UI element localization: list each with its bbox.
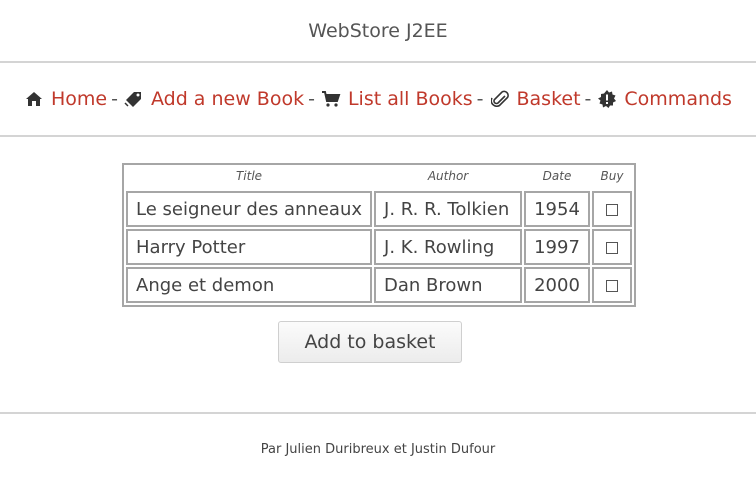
nav-separator: - xyxy=(584,88,592,110)
nav-home[interactable]: Home xyxy=(24,88,107,110)
nav-commands[interactable]: Commands xyxy=(597,88,732,110)
buy-checkbox[interactable] xyxy=(606,203,619,216)
book-date: 1954 xyxy=(524,191,591,227)
nav-list-books-label: List all Books xyxy=(347,88,473,110)
buy-cell xyxy=(592,229,633,265)
book-title: Harry Potter xyxy=(126,229,373,265)
table-row: Ange et demon Dan Brown 2000 xyxy=(126,267,633,303)
column-header-title: Title xyxy=(235,169,263,183)
buy-checkbox[interactable] xyxy=(606,279,619,292)
site-title: WebStore J2EE xyxy=(308,19,448,42)
table-row: Harry Potter J. K. Rowling 1997 xyxy=(126,229,633,265)
nav-home-label: Home xyxy=(51,88,108,110)
nav-list-books[interactable]: List all Books xyxy=(321,88,473,110)
book-date: 2000 xyxy=(524,267,591,303)
nav-separator: - xyxy=(308,88,315,110)
nav-basket[interactable]: Basket xyxy=(490,88,581,110)
table-row: Le seigneur des anneaux J. R. R. Tolkien… xyxy=(126,191,633,227)
main-nav: Home - Add a new Book - List all Books -… xyxy=(0,63,756,135)
book-author: J. K. Rowling xyxy=(374,229,523,265)
nav-add-book[interactable]: Add a new Book xyxy=(124,88,304,110)
paperclip-icon xyxy=(490,89,510,109)
book-author: Dan Brown xyxy=(374,267,523,303)
book-list-section: Title Author Date Buy Le seigneur des an… xyxy=(0,137,756,412)
book-title: Ange et demon xyxy=(126,267,373,303)
book-date: 1997 xyxy=(524,229,591,265)
column-header-buy: Buy xyxy=(600,169,624,183)
add-to-basket-button[interactable]: Add to basket xyxy=(278,321,462,363)
nav-separator: - xyxy=(111,88,118,110)
tag-icon xyxy=(124,89,144,109)
book-title: Le seigneur des anneaux xyxy=(126,191,373,227)
column-header-author: Author xyxy=(427,169,469,183)
gear-badge-icon xyxy=(597,89,617,109)
nav-add-book-label: Add a new Book xyxy=(150,88,305,110)
column-header-date: Date xyxy=(542,169,572,183)
nav-basket-label: Basket xyxy=(516,88,581,110)
table-header-row: Title Author Date Buy xyxy=(126,167,632,189)
nav-commands-label: Commands xyxy=(624,88,732,110)
buy-checkbox[interactable] xyxy=(606,241,619,254)
buy-cell xyxy=(592,267,633,303)
buy-cell xyxy=(592,191,633,227)
cart-icon xyxy=(321,89,341,109)
book-author: J. R. R. Tolkien xyxy=(374,191,523,227)
footer-credits: Par Julien Duribreux et Justin Dufour xyxy=(260,441,496,457)
site-header: WebStore J2EE xyxy=(0,0,756,61)
nav-separator: - xyxy=(476,88,484,110)
site-footer: Par Julien Duribreux et Justin Dufour xyxy=(0,414,756,481)
home-icon xyxy=(24,89,44,109)
books-table: Title Author Date Buy Le seigneur des an… xyxy=(122,163,637,307)
